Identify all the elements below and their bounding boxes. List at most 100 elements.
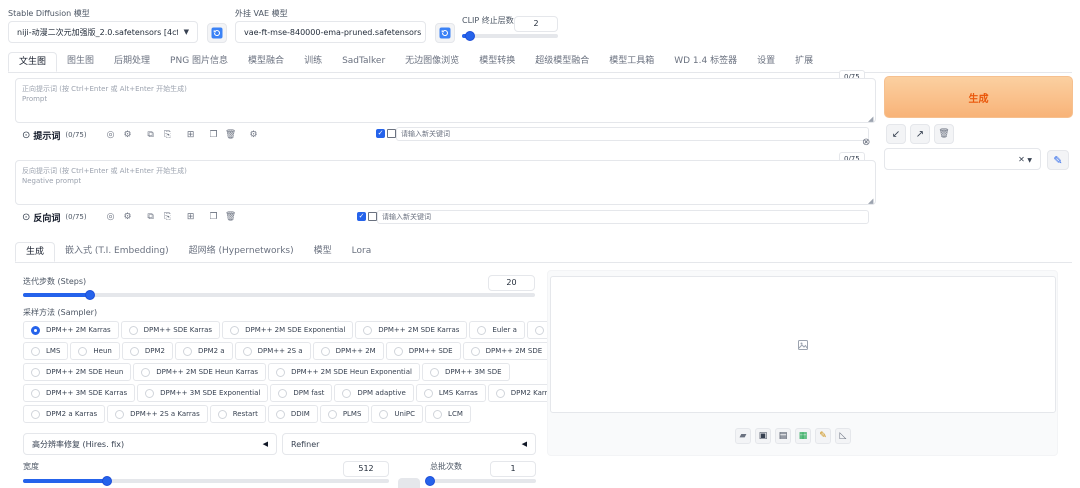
- sampler-option[interactable]: DPM++ 2M: [312, 342, 384, 360]
- prompt-textarea[interactable]: 正向提示词 (按 Ctrl+Enter 或 Alt+Enter 开始生成) Pr…: [15, 78, 876, 123]
- width-slider[interactable]: [23, 476, 389, 486]
- refiner-accordion[interactable]: Refiner ◀: [282, 433, 536, 455]
- styles-select[interactable]: ✕ ▼: [884, 148, 1041, 170]
- sampler-option[interactable]: DPM2 a Karras: [23, 405, 106, 423]
- settings-icon[interactable]: ⚙: [121, 128, 135, 142]
- tab-main-5[interactable]: 训练: [294, 52, 332, 72]
- vae-select[interactable]: vae-ft-mse-840000-ema-pruned.safetensors…: [235, 21, 426, 43]
- tab-main-1[interactable]: 图生图: [57, 52, 104, 72]
- steps-slider-handle[interactable]: [84, 290, 95, 300]
- tab-main-8[interactable]: 模型转换: [469, 52, 525, 72]
- sampler-option[interactable]: LCM: [425, 405, 471, 423]
- refresh-vae-button[interactable]: [435, 23, 455, 43]
- tab-main-7[interactable]: 无边图像浏览: [395, 52, 469, 72]
- swap-circle-icon[interactable]: ⊗: [862, 137, 870, 148]
- tab-main-3[interactable]: PNG 图片信息: [160, 52, 238, 72]
- copy-icon[interactable]: ⧉: [144, 210, 158, 224]
- sampler-option[interactable]: DPM2: [121, 342, 173, 360]
- paste-icon[interactable]: ⎘: [161, 210, 175, 224]
- apply-style-button[interactable]: ↗: [910, 124, 930, 144]
- tab-main-0[interactable]: 文生图: [8, 52, 58, 72]
- settings-icon[interactable]: ⚙: [121, 210, 135, 224]
- width-input[interactable]: 512: [343, 461, 389, 477]
- sampler-option[interactable]: DPM adaptive: [334, 384, 414, 402]
- copy-icon[interactable]: ⧉: [144, 128, 158, 142]
- resize-handle-icon[interactable]: ◢: [868, 115, 873, 123]
- refresh-sd-model-button[interactable]: [207, 23, 227, 43]
- tab-main-12[interactable]: 设置: [747, 52, 785, 72]
- grid-icon[interactable]: ⊞: [184, 210, 198, 224]
- tab-main-13[interactable]: 扩展: [785, 52, 823, 72]
- clear-x-icon[interactable]: ✕ ▼: [1018, 155, 1032, 164]
- trash-icon[interactable]: 🗑: [224, 210, 238, 224]
- prompt-keyword-input[interactable]: 请输入新关键词: [396, 127, 869, 141]
- sampler-option[interactable]: DPM++ SDE: [385, 342, 461, 360]
- trash-icon[interactable]: 🗑: [224, 128, 238, 142]
- gear-icon[interactable]: ⚙: [247, 128, 261, 142]
- sampler-option[interactable]: DPM++ 3M SDE: [421, 363, 510, 381]
- sampler-option[interactable]: DPM++ 2M SDE Heun Karras: [133, 363, 267, 381]
- tab-main-11[interactable]: WD 1.4 标签器: [664, 52, 747, 72]
- sampler-option[interactable]: DPM++ 2M SDE Heun Exponential: [268, 363, 420, 381]
- sampler-option[interactable]: PLMS: [319, 405, 370, 423]
- tab-main-9[interactable]: 超级模型融合: [525, 52, 599, 72]
- tab-sub-0[interactable]: 生成: [15, 242, 56, 262]
- clip-skip-input[interactable]: 2: [514, 16, 558, 32]
- globe-icon[interactable]: ◎: [104, 210, 118, 224]
- sampler-option[interactable]: DPM++ 2M SDE Heun: [23, 363, 132, 381]
- sampler-option[interactable]: Restart: [209, 405, 266, 423]
- sampler-option[interactable]: Euler a: [469, 321, 525, 339]
- tab-sub-2[interactable]: 超网络 (Hypernetworks): [179, 242, 304, 262]
- sampler-option[interactable]: DPM fast: [270, 384, 333, 402]
- sampler-option[interactable]: DPM++ 3M SDE Exponential: [137, 384, 269, 402]
- sampler-option[interactable]: DPM2 a: [174, 342, 233, 360]
- collapse-circle-icon[interactable]: ⊙: [22, 130, 30, 141]
- clip-skip-slider[interactable]: [462, 31, 558, 41]
- tab-main-4[interactable]: 模型融合: [238, 52, 294, 72]
- globe-icon[interactable]: ◎: [104, 128, 118, 142]
- clip-skip-slider-handle[interactable]: [464, 31, 475, 41]
- send-to-img2img-button[interactable]: ▦: [795, 428, 811, 444]
- sampler-option[interactable]: DPM++ 2M SDE: [462, 342, 551, 360]
- zip-button[interactable]: ▤: [775, 428, 791, 444]
- generate-button[interactable]: 生成: [884, 76, 1073, 118]
- sampler-option[interactable]: DPM++ SDE Karras: [120, 321, 221, 339]
- checkbox-icon[interactable]: [368, 212, 377, 221]
- collapse-circle-icon[interactable]: ⊙: [22, 212, 30, 223]
- tab-main-2[interactable]: 后期处理: [104, 52, 160, 72]
- checkbox-checked-icon[interactable]: ✓: [357, 212, 366, 221]
- duplicate-icon[interactable]: ❐: [207, 210, 221, 224]
- hires-fix-accordion[interactable]: 高分辨率修复 (Hires. fix) ◀: [23, 433, 277, 455]
- sampler-option[interactable]: LMS Karras: [415, 384, 486, 402]
- grid-icon[interactable]: ⊞: [184, 128, 198, 142]
- checkbox-icon[interactable]: [387, 129, 396, 138]
- sampler-option[interactable]: DPM++ 2M SDE Karras: [355, 321, 468, 339]
- tab-main-6[interactable]: SadTalker: [332, 52, 395, 72]
- open-folder-button[interactable]: ▰: [735, 428, 751, 444]
- sampler-option[interactable]: DPM++ 2M SDE Exponential: [222, 321, 354, 339]
- steps-input[interactable]: 20: [488, 275, 535, 291]
- send-to-extras-button[interactable]: ◺: [835, 428, 851, 444]
- edit-styles-button[interactable]: ✎: [1047, 150, 1069, 170]
- clear-prompt-button[interactable]: 🗑: [934, 124, 954, 144]
- resize-handle-icon[interactable]: ◢: [868, 197, 873, 205]
- sd-model-select[interactable]: niji-动漫二次元加强版_2.0.safetensors [4cfbe3 ▼: [8, 21, 198, 43]
- batch-count-input[interactable]: 1: [490, 461, 536, 477]
- duplicate-icon[interactable]: ❐: [207, 128, 221, 142]
- sampler-option[interactable]: UniPC: [371, 405, 424, 423]
- sampler-option[interactable]: DPM++ 2S a Karras: [107, 405, 208, 423]
- sampler-option[interactable]: DPM++ 3M SDE Karras: [23, 384, 136, 402]
- checkbox-checked-icon[interactable]: ✓: [376, 129, 385, 138]
- negative-prompt-textarea[interactable]: 反向提示词 (按 Ctrl+Enter 或 Alt+Enter 开始生成) Ne…: [15, 160, 876, 205]
- paste-icon[interactable]: ⎘: [161, 128, 175, 142]
- save-button[interactable]: ▣: [755, 428, 771, 444]
- tab-sub-1[interactable]: 嵌入式 (T.I. Embedding): [55, 242, 179, 262]
- send-to-inpaint-button[interactable]: ✎: [815, 428, 831, 444]
- sampler-option[interactable]: DPM++ 2S a: [234, 342, 311, 360]
- read-params-button[interactable]: ↙: [886, 124, 906, 144]
- sampler-option[interactable]: DPM++ 2M Karras: [23, 321, 119, 339]
- sampler-option[interactable]: LMS: [23, 342, 69, 360]
- tab-sub-3[interactable]: 模型: [304, 242, 342, 262]
- negative-keyword-input[interactable]: 请输入新关键词: [377, 210, 869, 224]
- steps-slider[interactable]: [23, 290, 535, 300]
